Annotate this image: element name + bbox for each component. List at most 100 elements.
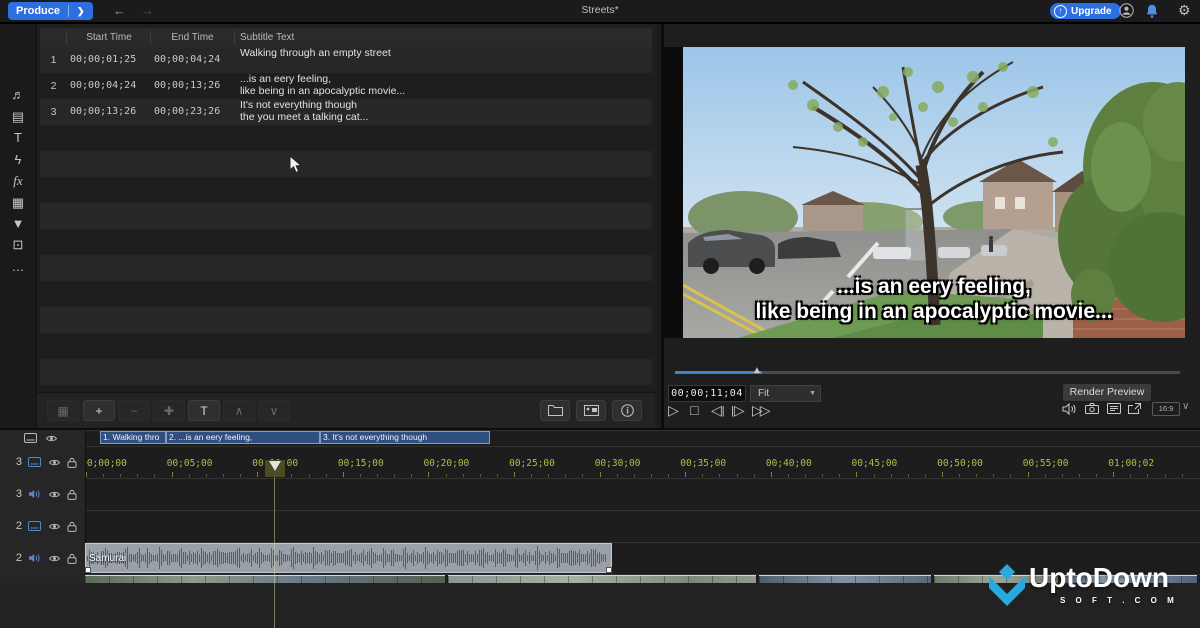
end-time[interactable]: 00;00;13;26	[154, 73, 220, 99]
volume-button[interactable]	[1062, 403, 1077, 415]
pip-objects-room-icon[interactable]: ▦	[0, 193, 36, 213]
table-row-empty[interactable]	[40, 125, 652, 151]
track-header-2-video[interactable]: 2	[0, 510, 97, 542]
subtitle-text[interactable]: It's not everything though the you meet …	[240, 100, 640, 123]
table-row-empty[interactable]	[40, 151, 652, 177]
column-start-time[interactable]: Start Time	[67, 28, 151, 47]
speaker-icon	[1062, 403, 1077, 415]
track-header-3-audio[interactable]: 3	[0, 478, 97, 510]
eye-icon[interactable]	[48, 490, 61, 499]
column-end-time[interactable]: End Time	[151, 28, 234, 47]
seek-bar[interactable]	[675, 371, 1180, 374]
start-time[interactable]: 00;00;13;26	[70, 99, 136, 125]
aspect-ratio-badge[interactable]: 16:9	[1152, 402, 1180, 416]
table-row-empty[interactable]	[40, 203, 652, 229]
subtitle-text[interactable]: Walking through an empty street	[240, 48, 640, 60]
table-row[interactable]: 1 00;00;01;25 00;00;04;24 Walking throug…	[40, 47, 652, 73]
lock-icon[interactable]	[67, 553, 77, 564]
column-subtitle-text[interactable]: Subtitle Text	[240, 28, 294, 47]
next-frame-button[interactable]: |▷	[731, 401, 745, 421]
lock-icon[interactable]	[67, 457, 77, 468]
render-preview-button[interactable]: Render Preview	[1063, 384, 1151, 401]
video-thumbnail-segment[interactable]	[85, 575, 445, 583]
eye-icon[interactable]	[45, 434, 58, 443]
remove-subtitle-button[interactable]: −	[118, 400, 150, 421]
upgrade-label: Upgrade	[1071, 6, 1112, 17]
subtitle-clip-1[interactable]: 1. Walking thro	[100, 431, 166, 444]
start-time[interactable]: 00;00;04;24	[70, 73, 136, 99]
clip-handle[interactable]	[85, 567, 91, 573]
transition-room-icon[interactable]: ϟ	[0, 150, 36, 170]
particle-room-icon[interactable]: ▼	[0, 214, 36, 234]
lock-icon[interactable]	[67, 521, 77, 532]
table-row[interactable]: 2 00;00;04;24 00;00;13;26 ...is an eery …	[40, 73, 652, 99]
track-header-2-audio[interactable]: 2	[0, 542, 97, 574]
table-row-empty[interactable]	[40, 255, 652, 281]
current-timecode[interactable]: 00;00;11;04	[668, 385, 746, 402]
table-row-empty[interactable]	[40, 281, 652, 307]
start-time[interactable]: 00;00;01;25	[70, 47, 136, 73]
previous-frame-button[interactable]: ◁|	[711, 401, 725, 421]
play-button[interactable]: ▷	[668, 401, 679, 419]
upgrade-button[interactable]: ↑ Upgrade	[1050, 3, 1121, 19]
video-preview[interactable]: ...is an eery feeling, like being in an …	[683, 47, 1185, 338]
subtitle-room-icon[interactable]: ⊡	[0, 235, 36, 255]
snapshot-button[interactable]	[1085, 403, 1099, 414]
media-room-icon[interactable]: ♬	[0, 85, 36, 105]
lock-icon[interactable]	[67, 489, 77, 500]
title-room-icon[interactable]: T	[0, 128, 36, 148]
account-button[interactable]	[1119, 3, 1134, 18]
eye-icon[interactable]	[48, 522, 61, 531]
table-row-empty[interactable]	[40, 229, 652, 255]
video-track-icon	[28, 521, 41, 531]
table-row[interactable]: 3 00;00;13;26 00;00;23;26 It's not every…	[40, 99, 652, 125]
move-down-button[interactable]: ∨	[258, 400, 290, 421]
fast-forward-button[interactable]: ▷▷	[752, 401, 768, 419]
eye-icon[interactable]	[48, 554, 61, 563]
end-time[interactable]: 00;00;04;24	[154, 47, 220, 73]
table-row-empty[interactable]	[40, 359, 652, 385]
end-time[interactable]: 00;00;23;26	[154, 99, 220, 125]
effect-room-icon[interactable]: fx	[0, 171, 36, 191]
image-icon	[584, 405, 599, 416]
clip-handle[interactable]	[606, 567, 612, 573]
video-thumbnail-segment[interactable]	[759, 575, 931, 583]
eye-icon[interactable]	[48, 458, 61, 467]
subtitle-toolbar: ▦+−✚T∧∨	[37, 392, 655, 429]
chevron-down-icon: ▼	[809, 386, 816, 401]
uptodown-logo-icon	[987, 564, 1027, 610]
info-button[interactable]	[612, 400, 642, 421]
move-up-button[interactable]: ∧	[223, 400, 255, 421]
track-header-3-video[interactable]: 3	[0, 446, 97, 478]
add-subtitle-button[interactable]: +	[83, 400, 115, 421]
table-row-empty[interactable]	[40, 177, 652, 203]
playhead[interactable]	[269, 461, 281, 471]
more-rooms-icon[interactable]: …	[0, 257, 36, 277]
export-image-button[interactable]	[576, 400, 606, 421]
stop-button[interactable]: □	[690, 401, 698, 419]
table-row-empty[interactable]	[40, 307, 652, 333]
video-thumbnail-segment[interactable]	[448, 575, 756, 583]
import-srt-button[interactable]: ▦	[47, 400, 79, 421]
subtitle-clip-2[interactable]: 2. ...is an eery feeling,	[166, 431, 320, 444]
subtitle-clip-3[interactable]: 3. It's not everything though	[320, 431, 490, 444]
settings-button[interactable]: ⚙	[1178, 2, 1191, 19]
seek-thumb[interactable]: ▲	[752, 365, 762, 376]
text-format-button[interactable]: T	[188, 400, 220, 421]
room-rail: ♬▤Tϟfx▦▼⊡…	[0, 24, 37, 428]
timeline-ruler[interactable]: 00;00;0000;05;0000;10;0000;15;0000;20;00…	[85, 456, 1200, 477]
table-row-empty[interactable]	[40, 333, 652, 359]
import-folder-button[interactable]	[540, 400, 570, 421]
undock-button[interactable]	[1128, 403, 1141, 414]
zoom-fit-select[interactable]: Fit ▼	[750, 385, 821, 402]
adjustment-room-icon[interactable]: ▤	[0, 107, 36, 127]
split-subtitle-button[interactable]: ✚	[153, 400, 185, 421]
audio-clip[interactable]: Samurai	[85, 543, 612, 573]
list-icon	[1107, 403, 1121, 414]
uptodown-watermark: UptoDown S O F T . C O M	[985, 558, 1197, 616]
notifications-button[interactable]	[1146, 4, 1158, 18]
ruler-label: 00;15;00	[338, 458, 384, 469]
subtitle-text[interactable]: ...is an eery feeling, like being in an …	[240, 74, 640, 97]
chevron-down-icon[interactable]: ∨	[1182, 401, 1189, 412]
preview-quality-button[interactable]	[1107, 403, 1121, 414]
